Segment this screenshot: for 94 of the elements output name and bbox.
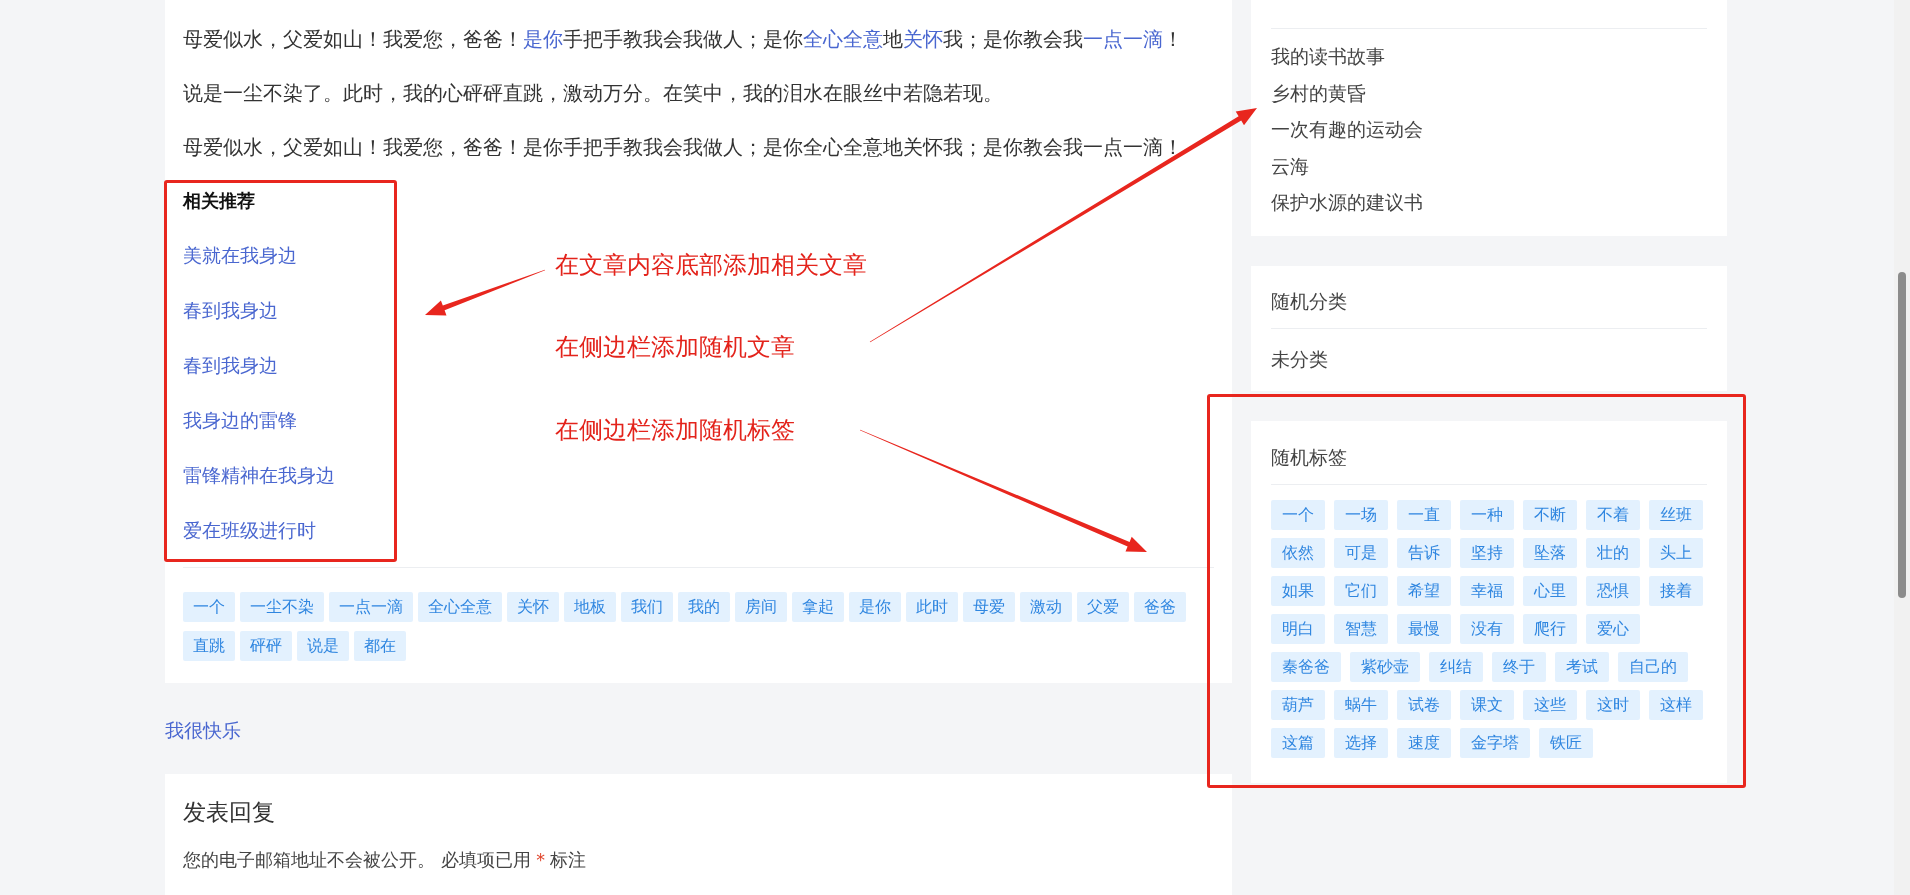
paragraph: 母爱似水，父爱如山！我爱您，爸爸！是你手把手教我会我做人；是你全心全意地关怀我；是你教会我一点一滴！ [183, 27, 1184, 53]
tag[interactable]: 激动 [1020, 592, 1072, 622]
tag[interactable]: 没有 [1460, 614, 1514, 644]
tag-link[interactable]: 关怀 [903, 28, 943, 51]
related-article-link[interactable]: 春到我身边 [183, 296, 278, 326]
tag[interactable]: 课文 [1460, 690, 1514, 720]
tag[interactable]: 都在 [354, 631, 406, 661]
tag[interactable]: 一种 [1460, 500, 1514, 530]
tag[interactable]: 自己的 [1618, 652, 1688, 682]
random-post-link[interactable]: 乡村的黄昏 [1271, 75, 1366, 112]
reply-heading: 发表回复 [183, 798, 276, 827]
tag[interactable]: 地板 [564, 592, 616, 622]
paragraph: 说是一尘不染了。此时，我的心砰砰直跳，激动万分。在笑中，我的泪水在眼丝中若隐若现。 [183, 81, 1004, 107]
tag[interactable]: 不断 [1523, 500, 1577, 530]
tag[interactable]: 这些 [1523, 690, 1577, 720]
scrollbar[interactable] [1894, 0, 1910, 895]
tag[interactable]: 说是 [297, 631, 349, 661]
tag[interactable]: 房间 [735, 592, 787, 622]
tag[interactable]: 一直 [1397, 500, 1451, 530]
tag[interactable]: 砰砰 [240, 631, 292, 661]
tag[interactable]: 这时 [1586, 690, 1640, 720]
tag[interactable]: 它们 [1334, 576, 1388, 606]
widget-title: 随机分类 [1271, 289, 1348, 314]
tag[interactable]: 如果 [1271, 576, 1325, 606]
related-article-link[interactable]: 春到我身边 [183, 351, 278, 381]
tag-link[interactable]: 一点一滴 [1083, 28, 1163, 51]
tag[interactable]: 是你 [849, 592, 901, 622]
tag[interactable]: 爸爸 [1134, 592, 1186, 622]
tag[interactable]: 秦爸爸 [1271, 652, 1341, 682]
widget-title: 随机标签 [1271, 446, 1348, 470]
tag[interactable]: 母爱 [963, 592, 1015, 622]
tag[interactable]: 依然 [1271, 538, 1325, 568]
tag[interactable]: 紫砂壶 [1350, 652, 1420, 682]
tag[interactable]: 最慢 [1397, 614, 1451, 644]
tag[interactable]: 拿起 [792, 592, 844, 622]
tag-link[interactable]: 全心全意 [803, 28, 883, 51]
random-post-link[interactable]: 一次有趣的运动会 [1271, 112, 1423, 149]
tag[interactable]: 丝班 [1649, 500, 1703, 530]
tag[interactable]: 我的 [678, 592, 730, 622]
category-link[interactable]: 未分类 [1271, 341, 1328, 378]
tag[interactable]: 全心全意 [418, 592, 502, 622]
related-article-link[interactable]: 美就在我身边 [183, 241, 297, 271]
tag[interactable]: 铁匠 [1539, 728, 1593, 758]
related-article-link[interactable]: 我身边的雷锋 [183, 406, 297, 436]
annotation-text: 在侧边栏添加随机标签 [555, 415, 795, 446]
tag[interactable]: 明白 [1271, 614, 1325, 644]
random-post-link[interactable]: 云海 [1271, 148, 1309, 185]
related-article-link[interactable]: 爱在班级进行时 [183, 516, 316, 546]
tag[interactable]: 这篇 [1271, 728, 1325, 758]
tag[interactable]: 一点一滴 [329, 592, 413, 622]
tag[interactable]: 坠落 [1523, 538, 1577, 568]
tag[interactable]: 头上 [1649, 538, 1703, 568]
tag[interactable]: 爬行 [1523, 614, 1577, 644]
tag[interactable]: 我们 [621, 592, 673, 622]
tag[interactable]: 一个 [1271, 500, 1325, 530]
tag[interactable]: 一场 [1334, 500, 1388, 530]
tag[interactable]: 试卷 [1397, 690, 1451, 720]
tag[interactable]: 直跳 [183, 631, 235, 661]
tag[interactable]: 这样 [1649, 690, 1703, 720]
tag[interactable]: 一尘不染 [240, 592, 324, 622]
tag[interactable]: 可是 [1334, 538, 1388, 568]
tag[interactable]: 接着 [1649, 576, 1703, 606]
tag[interactable]: 金字塔 [1460, 728, 1530, 758]
tag[interactable]: 蜗牛 [1334, 690, 1388, 720]
tag[interactable]: 不着 [1586, 500, 1640, 530]
category-link[interactable]: 我很快乐 [165, 715, 241, 745]
tag[interactable]: 此时 [906, 592, 958, 622]
tag[interactable]: 告诉 [1397, 538, 1451, 568]
tag[interactable]: 考试 [1555, 652, 1609, 682]
annotation-text: 在侧边栏添加随机文章 [555, 332, 795, 363]
tag[interactable]: 终于 [1492, 652, 1546, 682]
annotation-text: 在文章内容底部添加相关文章 [555, 250, 867, 281]
tag[interactable]: 智慧 [1334, 614, 1388, 644]
tag-link[interactable]: 是你 [523, 28, 563, 51]
random-post-link[interactable]: 我的读书故事 [1271, 39, 1385, 76]
tag[interactable]: 选择 [1334, 728, 1388, 758]
tag[interactable]: 一个 [183, 592, 235, 622]
tag[interactable]: 希望 [1397, 576, 1451, 606]
random-post-link[interactable]: 保护水源的建议书 [1271, 185, 1423, 222]
tag[interactable]: 速度 [1397, 728, 1451, 758]
related-heading: 相关推荐 [183, 189, 256, 213]
tag[interactable]: 关怀 [507, 592, 559, 622]
tag[interactable]: 父爱 [1077, 592, 1129, 622]
tag[interactable]: 心里 [1523, 576, 1577, 606]
email-notice: 您的电子邮箱地址不会被公开。 必填项已用 * 标注 [183, 849, 588, 872]
paragraph: 母爱似水，父爱如山！我爱您，爸爸！是你手把手教我会我做人；是你全心全意地关怀我；是你教会我一点一滴！ [183, 135, 1184, 161]
tag[interactable]: 爱心 [1586, 614, 1640, 644]
related-article-link[interactable]: 雷锋精神在我身边 [183, 461, 335, 491]
tag[interactable]: 恐惧 [1586, 576, 1640, 606]
tag[interactable]: 纠结 [1429, 652, 1483, 682]
tag[interactable]: 葫芦 [1271, 690, 1325, 720]
tag[interactable]: 幸福 [1460, 576, 1514, 606]
tag[interactable]: 坚持 [1460, 538, 1514, 568]
tag[interactable]: 壮的 [1586, 538, 1640, 568]
